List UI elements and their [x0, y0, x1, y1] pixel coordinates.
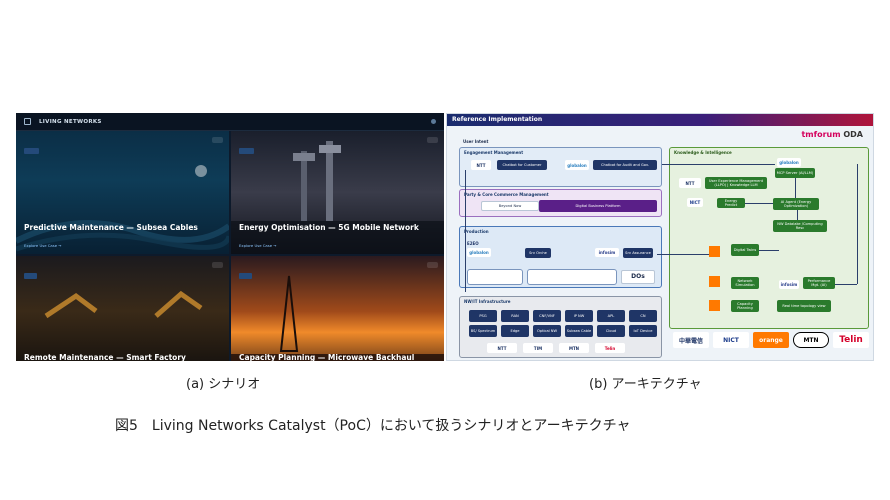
top-nav: LIVING NETWORKS [16, 113, 444, 131]
factory-robot-illustration [44, 290, 203, 319]
infra-cell: Optical NW [533, 325, 561, 337]
infosim-logo: infosim [595, 248, 619, 257]
orange-logo-2 [709, 276, 720, 287]
energy-predict: Energy Predict [717, 198, 745, 208]
diagram-header: Reference Implementation [447, 114, 873, 126]
infra-cell: CNF/VNF [533, 310, 561, 322]
realtime-topology-view: Real time topology view [777, 300, 831, 312]
infra-cell: Subsea Cable [565, 325, 593, 337]
infra-cell: Cloud [597, 325, 625, 337]
card-cta[interactable]: Explore Use Case → [24, 243, 61, 248]
infosim-logo-2: infosim [779, 280, 799, 289]
architecture-diagram: Reference Implementation tmforum ODA Use… [446, 113, 874, 361]
digital-twins: Digital Twins [731, 244, 759, 256]
card-title: Capacity Planning — Microwave Backhaul [239, 353, 415, 361]
globalon-logo-2: globalon [467, 248, 491, 257]
capacity-planning: Capacity Planning [731, 300, 759, 312]
ran-do [467, 269, 523, 285]
ntt-logo: NTT [471, 160, 491, 170]
partner-logo: MTN [793, 332, 829, 348]
partner-logo: Telin [595, 343, 625, 353]
scenario-card-subsea[interactable]: Predictive Maintenance — Subsea Cables E… [16, 131, 229, 254]
partner-logo: orange [753, 332, 789, 348]
infra-cell: APL [597, 310, 625, 322]
tmforum-logo: tmforum ODA [801, 130, 863, 139]
globalon-logo: globalon [565, 160, 589, 170]
nw-datalake: NW Datalake /Computing Resc [773, 220, 827, 232]
infra-cell: CN [629, 310, 657, 322]
user-intent-label: User Intent [463, 139, 489, 144]
infra-cell: PSG [469, 310, 497, 322]
e2eo-label: E2EO [467, 241, 479, 246]
orange-logo [709, 246, 720, 257]
knowledge-intelligence: Knowledge & Intelligence [669, 147, 869, 329]
on-tn-do [527, 269, 617, 285]
infra-cell: BS/ Spectrum [469, 325, 497, 337]
scenario-card-5g[interactable]: Energy Optimisation — 5G Mobile Network … [231, 131, 444, 254]
infra-cell: Edge [501, 325, 529, 337]
infra-cell: IP NW [565, 310, 593, 322]
user-avatar-icon [431, 119, 436, 124]
globalon-logo-3: globalon [777, 158, 801, 167]
card-cta[interactable]: Explore Use Case → [239, 243, 276, 248]
partner-logo: TIM [523, 343, 553, 353]
mcp-server: MCP Server (AI/LLM) [775, 168, 815, 178]
partner-logo: NTT [487, 343, 517, 353]
infra-cell: IoT Device [629, 325, 657, 337]
nict-logo: NICT [687, 198, 703, 207]
ai-agent: AI Agent (Energy Optimization) [773, 198, 819, 210]
ntt-logo-2: NTT [679, 178, 701, 188]
performance-mgt: Performance Mgt. (AI) [803, 277, 835, 289]
microwave-tower-illustration [231, 275, 444, 361]
ux-management: User Experience Management (LLPO) | Know… [705, 177, 767, 189]
subsea-cable-illustration [16, 165, 229, 252]
caption-b: (b) アーキテクチャ [589, 377, 702, 392]
partner-logo: MTN [559, 343, 589, 353]
scenario-card-factory[interactable]: Remote Maintenance — Smart Factory [16, 256, 229, 361]
dos: DOs [621, 270, 655, 284]
figure: { "panel_a": { "brand": "LIVING NETWORKS… [0, 0, 890, 500]
scenario-screenshot: LIVING NETWORKS Predictive Maintenance —… [16, 113, 444, 361]
chatbot-customer: Chatbot for Customer [497, 160, 547, 170]
partner-logo: NICT [713, 332, 749, 348]
chatbot-audit: Chatbot for Audit and Gov. [593, 160, 657, 170]
partner-logo: Telin [833, 332, 869, 348]
infra-cell: RAN [501, 310, 529, 322]
srv-assurance: Srv Assurance [623, 248, 653, 258]
card-title: Energy Optimisation — 5G Mobile Network [239, 223, 419, 232]
beyond-now: Beyond Now [481, 201, 539, 211]
scenario-card-microwave[interactable]: Capacity Planning — Microwave Backhaul [231, 256, 444, 361]
srv-orche: Srv Orche [525, 248, 551, 258]
partner-logo: 中華電信 [673, 332, 709, 348]
card-title: Remote Maintenance — Smart Factory [24, 353, 186, 361]
cell-tower-illustration [231, 141, 444, 254]
figure-caption: 図5 Living Networks Catalyst（PoC）において扱うシナ… [115, 418, 631, 434]
brand: LIVING NETWORKS [39, 118, 102, 125]
network-simulation: Network Simulation [731, 277, 759, 289]
orange-logo-3 [709, 300, 720, 311]
card-title: Predictive Maintenance — Subsea Cables [24, 223, 198, 232]
caption-a: (a) シナリオ [186, 377, 261, 392]
nav-logo-icon [24, 118, 31, 125]
digital-business-platform: Digital Business Platform [539, 200, 657, 212]
